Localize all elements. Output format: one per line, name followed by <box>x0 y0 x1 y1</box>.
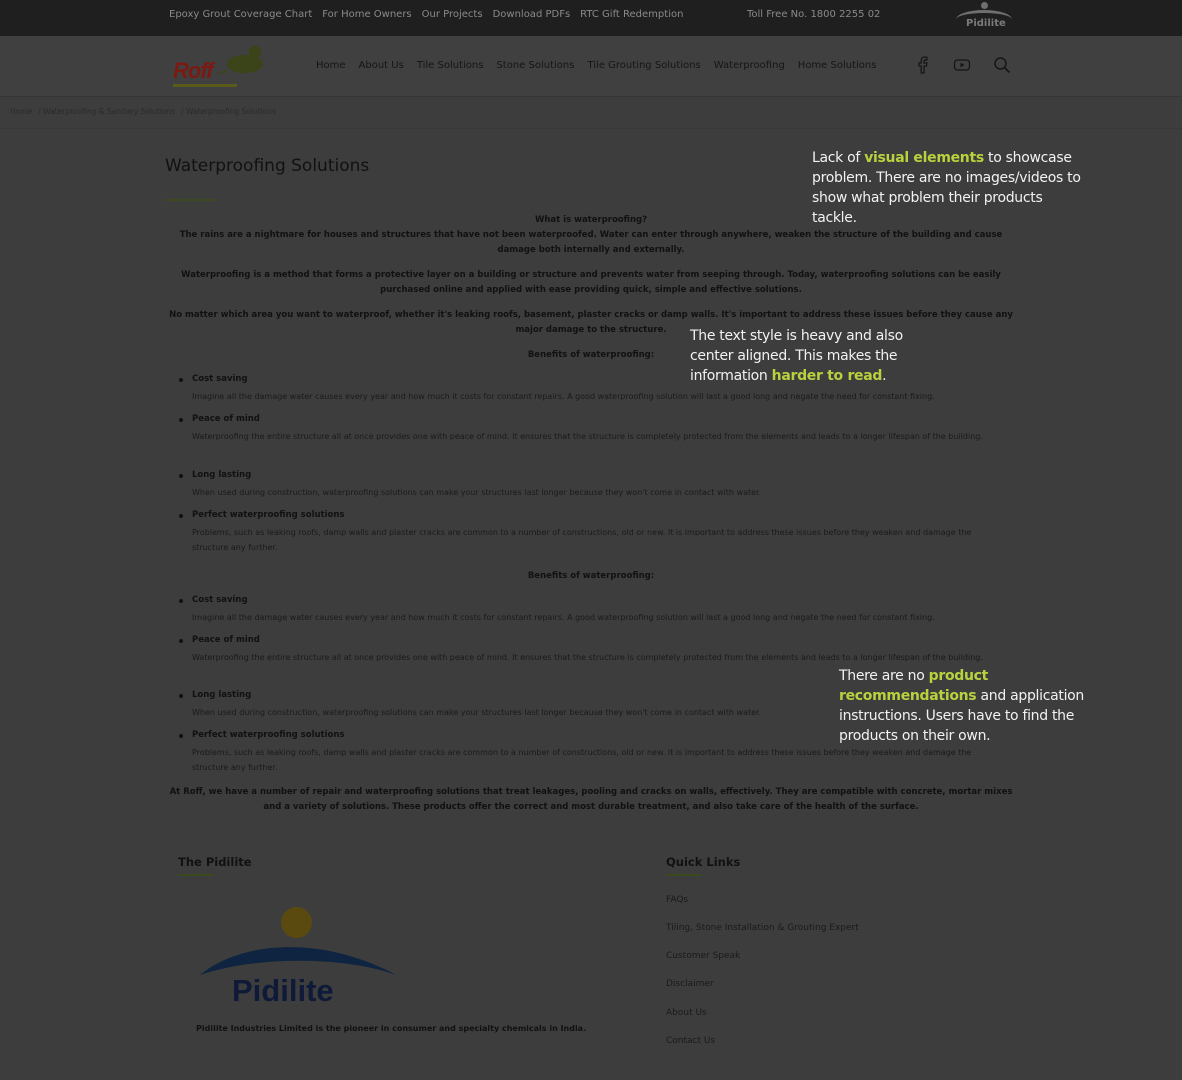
annotation-highlight: visual elements <box>864 150 984 166</box>
definition-paragraph: Waterproofing is a method that forms a p… <box>181 270 1001 295</box>
top-link-download-pdfs[interactable]: Download PDFs <box>493 9 571 20</box>
bullet <box>179 639 183 643</box>
footer-link-disclaimer[interactable]: Disclaimer <box>666 979 714 989</box>
nav-stone-solutions[interactable]: Stone Solutions <box>496 60 574 71</box>
pidilite-description: Pidilite Industries Limited is the pione… <box>196 1024 587 1033</box>
bullet <box>179 734 183 738</box>
benefit-description: Imagine all the damage water causes ever… <box>192 392 935 401</box>
annotation-visual-elements: Lack of visual elements to showcase prob… <box>812 148 1087 228</box>
annotation-highlight: harder to read <box>771 368 883 384</box>
bullet <box>179 599 183 603</box>
main-nav: Home About Us Tile Solutions Stone Solut… <box>316 60 876 71</box>
footer-link-tiling-expert[interactable]: Tiling, Stone Installation & Grouting Ex… <box>666 923 859 933</box>
main-navbar: Roff Home About Us Tile Solutions Stone … <box>0 36 1182 97</box>
annotation-product-recommendations: There are no product recommendations and… <box>839 666 1084 746</box>
bullet <box>179 378 183 382</box>
footer-quick-links-heading: Quick Links <box>666 855 741 869</box>
footer-about-heading: The Pidilite <box>178 855 252 869</box>
breadcrumb-waterproofing-sanitary[interactable]: / Waterproofing & Sanitary Solutions <box>38 107 175 116</box>
nav-home[interactable]: Home <box>316 60 346 71</box>
benefit-description: When used during construction, waterproo… <box>192 488 762 497</box>
footer-link-faqs[interactable]: FAQs <box>666 895 688 905</box>
benefit-description: Problems, such as leaking roofs, damp wa… <box>192 748 972 772</box>
footer-link-contact-us[interactable]: Contact Us <box>666 1036 715 1046</box>
benefit-description: Waterproofing the entire structure all a… <box>192 432 983 441</box>
pidilite-footer-logo-text: Pidilite <box>232 973 334 1008</box>
pidilite-logo[interactable]: Pidilite <box>956 2 1014 32</box>
nav-tile-grouting[interactable]: Tile Grouting Solutions <box>587 60 700 71</box>
top-link-projects[interactable]: Our Projects <box>422 9 483 20</box>
top-link-epoxy-chart[interactable]: Epoxy Grout Coverage Chart <box>169 9 312 20</box>
benefit-description: Imagine all the damage water causes ever… <box>192 613 935 622</box>
benefits-heading-repeat: Benefits of waterproofing: <box>527 571 655 581</box>
benefit-title: Cost saving <box>192 374 248 384</box>
title-underline <box>165 199 217 201</box>
toll-free-number: Toll Free No. 1800 2255 02 <box>747 9 881 20</box>
benefit-title: Peace of mind <box>192 414 260 424</box>
pidilite-footer-logo[interactable]: Pidilite <box>198 905 398 1015</box>
annotation-text: . <box>882 368 887 384</box>
page-title: Waterproofing Solutions <box>165 156 370 176</box>
top-link-gift-redemption[interactable]: RTC Gift Redemption <box>580 9 683 20</box>
crocodile-mascot-icon <box>217 46 263 74</box>
benefit-title: Perfect waterproofing solutions <box>192 730 345 740</box>
footer-links-underline <box>666 874 701 876</box>
breadcrumb-divider <box>0 128 1182 129</box>
annotation-text: Lack of <box>812 150 865 166</box>
bullet <box>179 474 183 478</box>
youtube-icon[interactable] <box>953 56 971 74</box>
roff-tagline <box>173 84 237 87</box>
nav-home-solutions[interactable]: Home Solutions <box>798 60 877 71</box>
nav-about-us[interactable]: About Us <box>359 60 404 71</box>
pidilite-sun-icon <box>981 2 988 9</box>
footer-link-customer-speak[interactable]: Customer Speak <box>666 951 740 961</box>
nav-tile-solutions[interactable]: Tile Solutions <box>417 60 484 71</box>
bullet <box>179 694 183 698</box>
breadcrumb: Home / Waterproofing & Sanitary Solution… <box>10 107 276 116</box>
search-icon[interactable] <box>993 56 1011 74</box>
benefit-title: Cost saving <box>192 595 248 605</box>
benefit-description: Problems, such as leaking roofs, damp wa… <box>192 528 972 552</box>
footer-link-about-us[interactable]: About Us <box>666 1008 707 1018</box>
breadcrumb-current: / Waterproofing Solutions <box>181 107 277 116</box>
top-links: Epoxy Grout Coverage Chart For Home Owne… <box>169 9 683 20</box>
top-bar: Epoxy Grout Coverage Chart For Home Owne… <box>0 0 1182 36</box>
pidilite-logo-text: Pidilite <box>966 18 1006 29</box>
intro-paragraph: The rains are a nightmare for houses and… <box>179 230 1003 255</box>
annotation-text-style: The text style is heavy and also center … <box>690 326 940 386</box>
benefit-title: Long lasting <box>192 470 252 480</box>
breadcrumb-home[interactable]: Home <box>10 107 32 116</box>
closing-paragraph: At Roff, we have a number of repair and … <box>169 787 1013 812</box>
benefit-title: Long lasting <box>192 690 252 700</box>
nav-waterproofing[interactable]: Waterproofing <box>714 60 785 71</box>
annotation-text: There are no <box>839 668 929 684</box>
facebook-icon[interactable] <box>915 56 931 74</box>
top-link-home-owners[interactable]: For Home Owners <box>322 9 411 20</box>
footer-about-underline <box>178 874 213 876</box>
roff-logo-text: Roff <box>173 58 214 83</box>
benefit-title: Peace of mind <box>192 635 260 645</box>
benefit-description: Waterproofing the entire structure all a… <box>192 653 983 662</box>
roff-logo[interactable]: Roff <box>171 44 271 90</box>
social-icons <box>915 56 1011 74</box>
bullet <box>179 418 183 422</box>
bullet <box>179 514 183 518</box>
benefit-title: Perfect waterproofing solutions <box>192 510 345 520</box>
